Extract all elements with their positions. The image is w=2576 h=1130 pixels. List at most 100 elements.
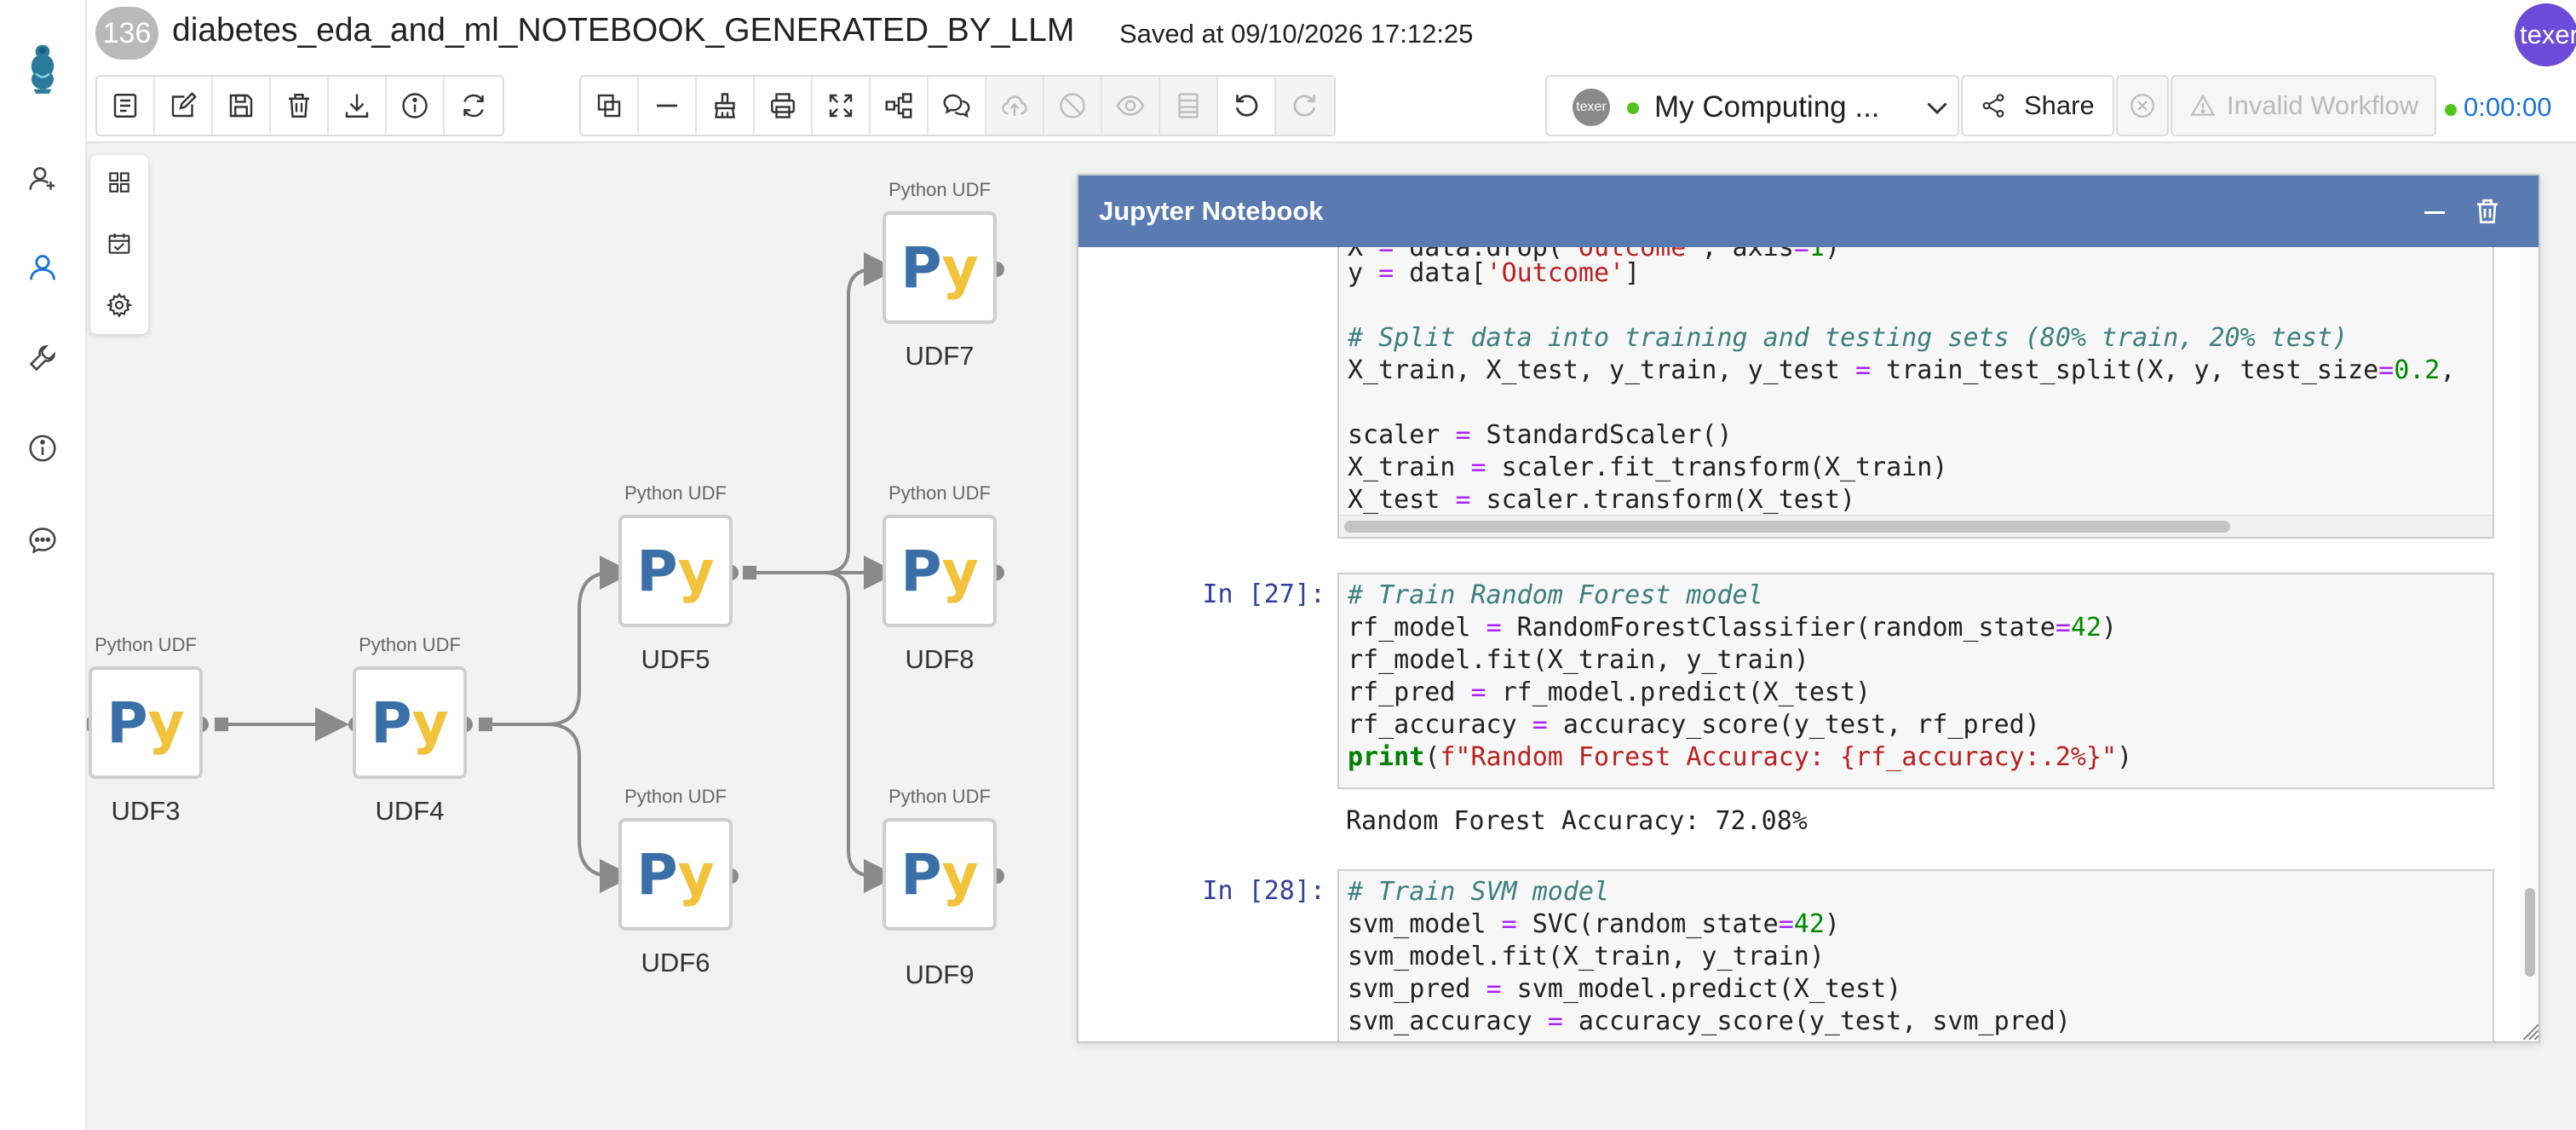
print-icon[interactable]: [755, 77, 813, 135]
code-cell[interactable]: # Train Random Forest model rf_model = R…: [1337, 573, 2494, 789]
notebook-title: Jupyter Notebook: [1099, 196, 1324, 226]
redo-icon: [1276, 77, 1334, 135]
cloud-upload-icon: [986, 77, 1044, 135]
operator-type-label: Python UDF: [888, 179, 991, 200]
python-logo-icon: Py: [618, 818, 733, 931]
undo-icon[interactable]: [1218, 77, 1276, 135]
saved-status: Saved at 09/10/2026 17:12:25: [1119, 19, 1474, 49]
eye-icon: [1102, 77, 1160, 135]
code-line: scaler = StandardScaler(): [1348, 420, 1733, 450]
database-icon: [1160, 77, 1218, 135]
clean-icon[interactable]: [697, 77, 755, 135]
minus-icon[interactable]: [639, 77, 697, 135]
python-logo-icon: Py: [883, 211, 997, 324]
share-label: Share: [2024, 90, 2095, 120]
user-icon[interactable]: [22, 247, 63, 288]
code-line: svm_accuracy = accuracy_score(y_test, sv…: [1348, 1006, 2071, 1036]
workflow-links: [87, 252, 1004, 893]
run-workflow-button: Invalid Workflow: [2171, 75, 2436, 136]
code-cell[interactable]: X = data.drop('Outcome', axis=1) y = dat…: [1337, 247, 2494, 539]
code-line: X_train, X_test, y_train, y_test = train…: [1348, 355, 2456, 385]
elapsed-time: 0:00:00: [2464, 92, 2552, 122]
toolbar-group-edit: [579, 75, 1336, 136]
code-line: # Train Random Forest model: [1348, 580, 1763, 610]
notebook-header[interactable]: Jupyter Notebook: [1078, 176, 2539, 247]
copy-icon[interactable]: [581, 77, 639, 135]
sync-icon[interactable]: [445, 77, 503, 135]
chat-icon[interactable]: [22, 520, 63, 561]
operator-type-label: Python UDF: [888, 786, 991, 807]
cell-prompt: In [28]:: [1202, 876, 1326, 906]
code-line: print(f"Random Forest Accuracy: {rf_accu…: [1348, 742, 2133, 772]
code-line: svm_model = SVC(random_state=42): [1348, 909, 1840, 939]
cell-output: Random Forest Accuracy: 72.08%: [1346, 806, 1808, 836]
code-line: rf_pred = rf_model.predict(X_test): [1348, 677, 1872, 707]
layout-icon[interactable]: [871, 77, 929, 135]
workflow-title[interactable]: diabetes_eda_and_ml_NOTEBOOK_GENERATED_B…: [172, 12, 1074, 49]
python-logo-icon: Py: [89, 666, 203, 779]
wrench-icon[interactable]: [22, 337, 63, 378]
info-icon[interactable]: [387, 77, 445, 135]
vertical-scrollbar[interactable]: [2520, 247, 2539, 1041]
trash-icon[interactable]: [271, 77, 329, 135]
operator-name: UDF8: [905, 644, 975, 674]
python-logo-icon: Py: [618, 515, 733, 627]
cell-prompt: In [27]:: [1202, 579, 1326, 609]
comment-icon[interactable]: [929, 77, 986, 135]
computing-unit-selector[interactable]: texer My Computing ...: [1545, 75, 1959, 136]
fullscreen-icon[interactable]: [813, 77, 871, 135]
vertical-scrollbar-thumb[interactable]: [2525, 888, 2535, 977]
warning-icon: [2190, 94, 2216, 116]
computing-unit-logo: texer: [1573, 89, 1610, 126]
jupyter-notebook-panel[interactable]: Jupyter Notebook X = data.drop('Outcome'…: [1077, 174, 2540, 1043]
ban-icon: [1044, 77, 1102, 135]
operator-name: UDF9: [905, 960, 975, 989]
info-icon[interactable]: [22, 428, 63, 469]
code-cell[interactable]: # Train SVM model svm_model = SVC(random…: [1337, 869, 2494, 1041]
user-avatar[interactable]: texer: [2515, 3, 2576, 66]
horizontal-scrollbar[interactable]: [1339, 515, 2493, 537]
operator-type-label: Python UDF: [95, 634, 197, 655]
execution-status-dot: [2445, 104, 2457, 116]
close-circle-icon: [2130, 94, 2154, 118]
code-line: y = data['Outcome']: [1348, 258, 1641, 288]
code-line: svm_pred = svm_model.predict(X_test): [1348, 974, 1902, 1004]
code-line: svm_model.fit(X_train, y_train): [1348, 942, 1825, 971]
minimize-icon[interactable]: [2419, 196, 2450, 227]
peacock-logo[interactable]: [17, 34, 68, 102]
computing-unit-status-dot: [1627, 102, 1639, 114]
share-icon: [1982, 94, 2004, 118]
horizontal-scrollbar-thumb[interactable]: [1344, 521, 2230, 533]
chevron-down-icon: [1927, 102, 1947, 115]
code-line: rf_accuracy = accuracy_score(y_test, rf_…: [1348, 710, 2040, 740]
code-line: # Split data into training and testing s…: [1348, 323, 2348, 353]
operator-type-label: Python UDF: [624, 786, 727, 807]
code-line: # Train SVM model: [1348, 877, 1610, 907]
download-icon[interactable]: [329, 77, 387, 135]
python-logo-icon: Py: [883, 818, 997, 931]
code-line: X_train = scaler.fit_transform(X_train): [1348, 453, 1948, 482]
list-icon[interactable]: [97, 77, 155, 135]
resize-handle-icon[interactable]: [2518, 1019, 2540, 1041]
python-logo-icon: Py: [883, 515, 997, 627]
operator-type-label: Python UDF: [624, 482, 727, 504]
save-icon[interactable]: [213, 77, 271, 135]
share-button[interactable]: Share: [1961, 75, 2114, 136]
edit-icon[interactable]: [155, 77, 213, 135]
operator-name: UDF7: [905, 341, 975, 371]
operator-type-label: Python UDF: [359, 634, 461, 655]
trash-icon[interactable]: [2472, 196, 2503, 227]
code-line: rf_model = RandomForestClassifier(random…: [1348, 613, 2118, 643]
run-button-label: Invalid Workflow: [2227, 90, 2419, 120]
operator-type-label: Python UDF: [888, 482, 991, 504]
toolbar-group-file: [95, 75, 504, 136]
left-rail: [0, 0, 87, 1130]
operator-name: UDF5: [641, 644, 710, 674]
notebook-body[interactable]: X = data.drop('Outcome', axis=1) y = dat…: [1078, 247, 2520, 1041]
operator-name: UDF3: [111, 796, 181, 826]
add-user-icon[interactable]: [22, 159, 63, 199]
python-logo-icon: Py: [353, 666, 467, 779]
workflow-id-badge: 136: [95, 7, 158, 60]
cancel-run-button: [2116, 75, 2169, 136]
code-line: rf_model.fit(X_train, y_train): [1348, 645, 1809, 675]
